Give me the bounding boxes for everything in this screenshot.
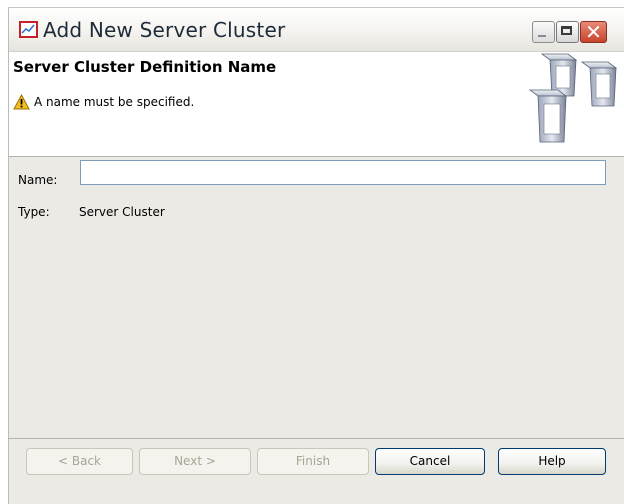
- type-value: Server Cluster: [79, 205, 165, 219]
- page-title: Server Cluster Definition Name: [13, 58, 277, 76]
- name-label: Name:: [18, 173, 58, 187]
- type-label: Type:: [18, 205, 50, 219]
- title-bar[interactable]: Add New Server Cluster ✕: [9, 8, 624, 52]
- next-button[interactable]: Next >: [139, 448, 251, 475]
- close-icon: ✕: [585, 20, 602, 44]
- back-button[interactable]: < Back: [26, 448, 133, 475]
- name-input[interactable]: [80, 160, 606, 185]
- server-cluster-icon: [528, 53, 618, 143]
- warning-icon: [13, 94, 30, 110]
- window-title: Add New Server Cluster: [43, 18, 286, 42]
- minimize-button[interactable]: [532, 21, 555, 43]
- help-button[interactable]: Help: [498, 448, 606, 475]
- maximize-button[interactable]: [556, 21, 579, 43]
- finish-button[interactable]: Finish: [257, 448, 369, 475]
- chart-window-icon: [19, 21, 38, 38]
- validation-message: A name must be specified.: [34, 95, 195, 109]
- footer-divider: [8, 438, 624, 439]
- cancel-button[interactable]: Cancel: [375, 448, 485, 475]
- close-button[interactable]: ✕: [580, 20, 607, 44]
